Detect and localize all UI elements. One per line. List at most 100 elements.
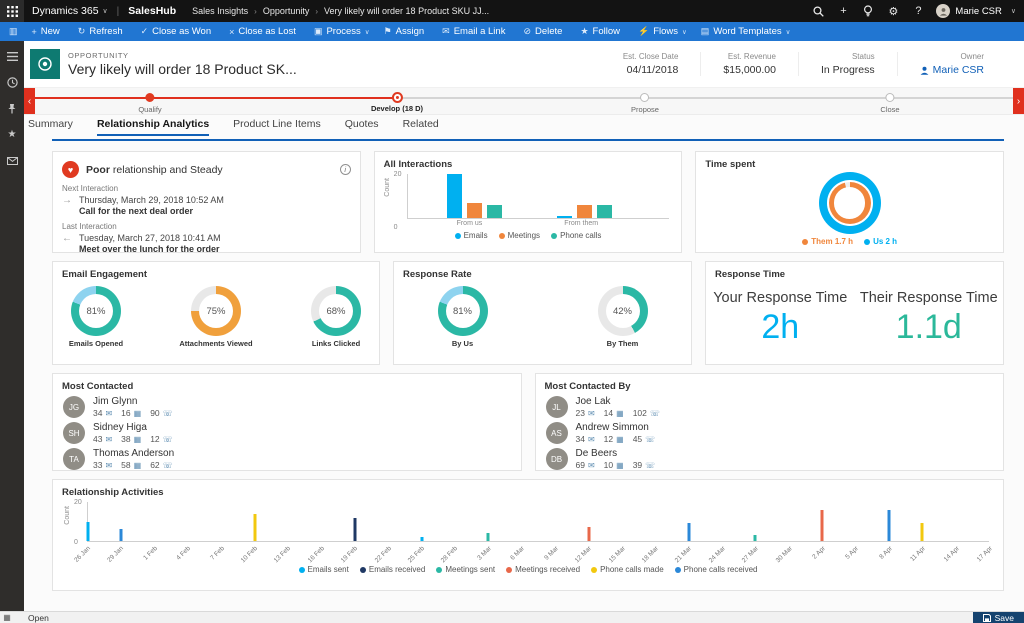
contact-name[interactable]: De Beers bbox=[576, 448, 656, 459]
card-title: Most Contacted bbox=[53, 374, 521, 392]
contact-row[interactable]: JG Jim Glynn 34✉ 16▦ 90☏ bbox=[53, 392, 521, 418]
contact-row[interactable]: DB De Beers 69✉ 10▦ 39☏ bbox=[536, 444, 1004, 470]
owner-link[interactable]: Marie CSR bbox=[920, 64, 984, 76]
refresh-button[interactable]: ↻Refresh bbox=[71, 22, 134, 41]
follow-button[interactable]: ★Follow bbox=[573, 22, 631, 41]
legend-item: Emails sent bbox=[299, 565, 349, 574]
quick-create-plus-icon[interactable]: + bbox=[836, 4, 850, 18]
chart-pane-toggle[interactable]: ▥ bbox=[2, 22, 25, 41]
plot-area bbox=[87, 502, 989, 542]
settings-gear-icon[interactable]: ⚙ bbox=[886, 4, 900, 18]
contact-row[interactable]: JL Joe Lak 23✉ 14▦ 102☏ bbox=[536, 392, 1004, 418]
info-icon[interactable]: i bbox=[340, 164, 351, 175]
tab-quotes[interactable]: Quotes bbox=[345, 118, 379, 136]
contact-row[interactable]: SH Sidney Higa 43✉ 38▦ 12☏ bbox=[53, 418, 521, 444]
time-spent-legend: Them 1.7 hUs 2 h bbox=[696, 237, 1003, 246]
card-relationship-activities: Relationship Activities Count 20 0 26 Ja… bbox=[52, 479, 1004, 591]
health-summary: Poorrelationship and Steady bbox=[86, 164, 223, 176]
bar-emails bbox=[557, 216, 572, 218]
kpi-emails-opened: 81% Emails Opened bbox=[53, 286, 139, 348]
contact-stats: 69✉ 10▦ 39☏ bbox=[576, 460, 656, 470]
avatar: JL bbox=[546, 396, 568, 418]
app-title[interactable]: Dynamics 365 bbox=[32, 5, 99, 17]
contact-stats: 33✉ 58▦ 62☏ bbox=[93, 460, 174, 470]
chevron-down-icon: ∨ bbox=[682, 28, 687, 36]
next-interaction-subject[interactable]: Call for the next deal order bbox=[79, 206, 224, 216]
recents-clock-icon[interactable] bbox=[6, 76, 19, 89]
activity-bar bbox=[921, 523, 924, 541]
user-menu[interactable]: Marie CSR ∨ bbox=[936, 4, 1016, 18]
kpi-caption: Attachments Viewed bbox=[173, 339, 259, 348]
delete-button[interactable]: ⊘Delete bbox=[516, 22, 573, 41]
assign-button[interactable]: ⚑Assign bbox=[377, 22, 436, 41]
field-est-revenue: Est. Revenue $15,000.00 bbox=[700, 52, 798, 76]
breadcrumb-record-title[interactable]: Very likely will order 18 Product SKU JJ… bbox=[324, 6, 489, 16]
save-button[interactable]: Save bbox=[973, 612, 1024, 623]
new-button[interactable]: +New bbox=[25, 22, 71, 41]
kpi-ring: 68% bbox=[311, 286, 361, 336]
relationship-analytics-dashboard: ♥ Poorrelationship and Steady i Next Int… bbox=[24, 141, 1024, 611]
tab-product-line-items[interactable]: Product Line Items bbox=[233, 118, 321, 136]
bpf-stage-propose[interactable]: Propose bbox=[631, 93, 659, 114]
contact-name[interactable]: Thomas Anderson bbox=[93, 448, 174, 459]
waffle-grid-icon bbox=[7, 6, 18, 17]
card-time-spent: Time spent Them 1.7 hUs 2 h bbox=[695, 151, 1004, 253]
email-count-icon: ✉ bbox=[105, 435, 112, 444]
last-interaction-label: Last Interaction bbox=[62, 222, 351, 231]
menu-hamburger-icon[interactable] bbox=[6, 50, 19, 63]
contact-name[interactable]: Joe Lak bbox=[576, 396, 660, 407]
email-count-icon: ✉ bbox=[588, 409, 595, 418]
tab-related[interactable]: Related bbox=[403, 118, 439, 136]
stage-dot bbox=[886, 93, 895, 102]
x-tick-label: 19 Feb bbox=[340, 545, 359, 564]
hub-name[interactable]: SalesHub bbox=[128, 5, 176, 17]
x-tick-label: 21 Mar bbox=[674, 545, 693, 564]
meeting-count-icon: ▦ bbox=[616, 409, 624, 418]
avatar: TA bbox=[63, 448, 85, 470]
refresh-icon: ↻ bbox=[78, 26, 86, 37]
activity-bar bbox=[587, 527, 590, 541]
process-menu-button[interactable]: ▣Process∨ bbox=[307, 22, 377, 41]
x-tick-label: 29 Jan bbox=[107, 545, 126, 564]
contact-name[interactable]: Jim Glynn bbox=[93, 396, 173, 407]
app-launcher-waffle-icon[interactable] bbox=[0, 0, 24, 22]
kpi-caption: By Us bbox=[420, 339, 506, 348]
field-value: 04/11/2018 bbox=[623, 64, 679, 76]
activity-bar bbox=[487, 533, 490, 541]
kpi-attachments-viewed: 75% Attachments Viewed bbox=[173, 286, 259, 348]
bpf-stage-close[interactable]: Close bbox=[880, 93, 899, 114]
word-templates-menu-button[interactable]: ▤Word Templates∨ bbox=[694, 22, 798, 41]
contact-row[interactable]: AS Andrew Simmon 34✉ 12▦ 45☏ bbox=[536, 418, 1004, 444]
x-tick-label: 26 Jan bbox=[73, 545, 92, 564]
bpf-previous-stage-chevron-icon[interactable]: ‹ bbox=[24, 88, 35, 114]
close-as-won-button[interactable]: ✓Close as Won bbox=[134, 22, 223, 41]
flows-menu-button[interactable]: ⚡Flows∨ bbox=[631, 22, 694, 41]
bpf-stage-qualify[interactable]: Qualify bbox=[138, 93, 161, 114]
contact-name[interactable]: Andrew Simmon bbox=[576, 422, 656, 433]
divider: | bbox=[117, 6, 120, 17]
mail-icon[interactable] bbox=[6, 154, 19, 167]
contact-name[interactable]: Sidney Higa bbox=[93, 422, 173, 433]
contact-row[interactable]: TA Thomas Anderson 33✉ 58▦ 62☏ bbox=[53, 444, 521, 470]
tab-relationship-analytics[interactable]: Relationship Analytics bbox=[97, 118, 209, 136]
email-a-link-button[interactable]: ✉Email a Link bbox=[435, 22, 516, 41]
bpf-next-stage-chevron-icon[interactable]: › bbox=[1013, 88, 1024, 114]
phone-count-icon: ☏ bbox=[645, 461, 655, 470]
breadcrumb-separator-icon: › bbox=[315, 7, 318, 16]
last-interaction-subject[interactable]: Meet over the lunch for the order bbox=[79, 244, 221, 254]
pinned-pin-icon[interactable] bbox=[6, 102, 19, 115]
close-as-lost-button[interactable]: ×Close as Lost bbox=[222, 22, 307, 41]
breadcrumb-opportunity[interactable]: Opportunity bbox=[263, 6, 310, 16]
favorites-star-icon[interactable]: ★ bbox=[6, 128, 19, 141]
tab-summary[interactable]: Summary bbox=[28, 118, 73, 136]
lightbulb-icon[interactable] bbox=[861, 4, 875, 18]
breadcrumb-sales-insights[interactable]: Sales Insights bbox=[192, 6, 248, 16]
x-tick-label: 13 Feb bbox=[273, 545, 292, 564]
help-icon[interactable]: ? bbox=[911, 4, 925, 18]
legend-item: Meetings sent bbox=[436, 565, 495, 574]
search-icon[interactable] bbox=[811, 4, 825, 18]
meeting-count-icon: ▦ bbox=[134, 461, 142, 470]
bpf-stage-develop[interactable]: Develop (18 D) bbox=[371, 93, 423, 113]
phone-count-icon: ☏ bbox=[645, 435, 655, 444]
contact-stats: 34✉ 12▦ 45☏ bbox=[576, 434, 656, 444]
